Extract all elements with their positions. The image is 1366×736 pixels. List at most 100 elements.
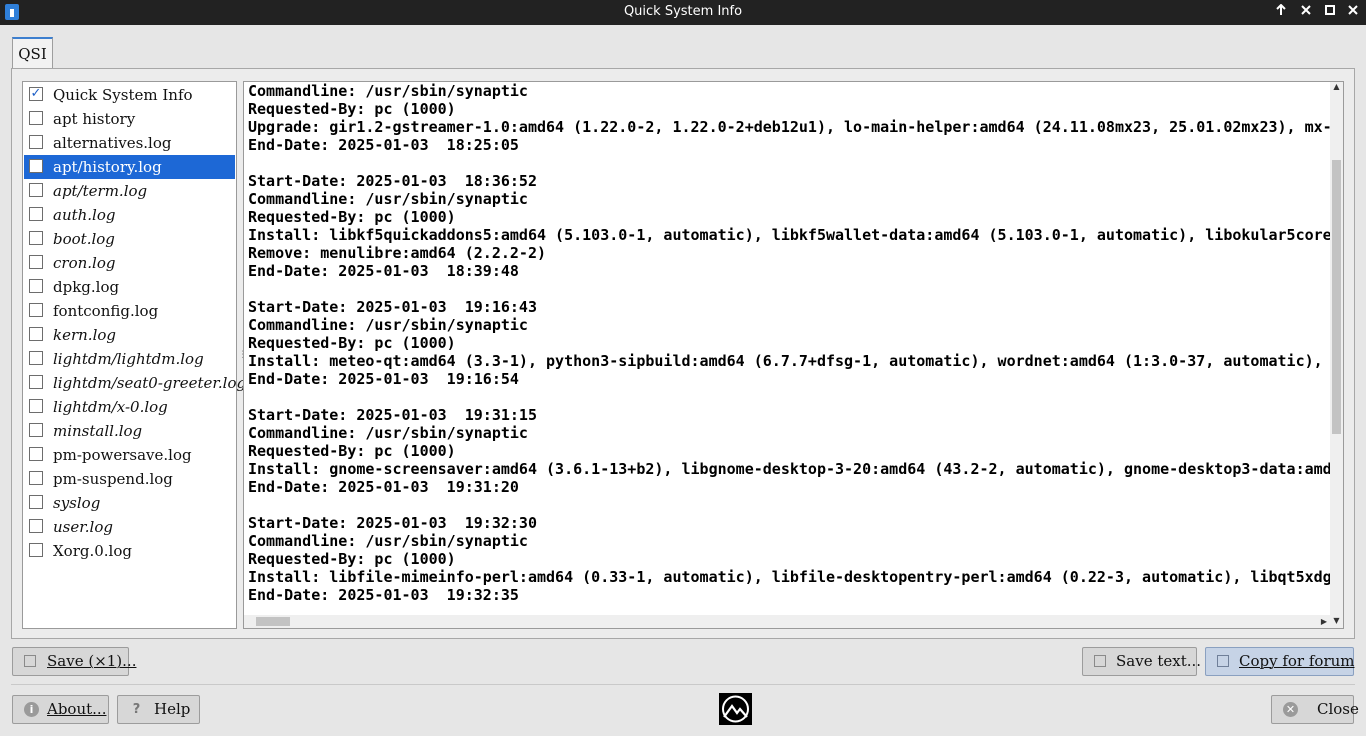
checkbox-icon[interactable] — [29, 543, 43, 557]
close-button[interactable]: ✕ Close — [1271, 695, 1359, 724]
minimize-button[interactable] — [1296, 3, 1316, 21]
log-line: Requested-By: pc (1000) — [248, 334, 456, 352]
list-item[interactable]: fontconfig.log — [24, 299, 235, 323]
keep-above-button[interactable] — [1271, 3, 1291, 21]
log-text-view[interactable]: Commandline: /usr/sbin/synaptic Requested… — [243, 81, 1344, 629]
checkbox-icon[interactable] — [29, 519, 43, 533]
list-item-label: apt/history.log — [53, 158, 162, 176]
info-icon: i — [24, 702, 39, 717]
maximize-button[interactable] — [1320, 3, 1340, 21]
checkbox-icon[interactable] — [29, 183, 43, 197]
copy-for-forum-button[interactable]: Copy for forum — [1205, 647, 1355, 676]
log-line: Requested-By: pc (1000) — [248, 208, 456, 226]
checkbox-icon[interactable] — [29, 375, 43, 389]
log-line: End-Date: 2025-01-03 19:32:35 — [248, 586, 519, 604]
window-title: Quick System Info — [623, 4, 743, 19]
list-item-label: Quick System Info — [53, 86, 193, 104]
vertical-scrollbar[interactable]: ▲ ▼ — [1330, 82, 1343, 628]
vertical-scroll-thumb[interactable] — [1332, 160, 1341, 434]
save-text-button-label: Save text... — [1116, 652, 1202, 670]
tab-bar: QSI — [11, 37, 1355, 69]
scroll-down-arrow-icon[interactable]: ▼ — [1330, 616, 1343, 628]
list-item[interactable]: auth.log — [24, 203, 235, 227]
horizontal-scrollbar[interactable]: ▶ — [244, 615, 1330, 628]
list-item-label: lightdm/x-0.log — [53, 398, 168, 416]
list-item[interactable]: cron.log — [24, 251, 235, 275]
list-item[interactable]: dpkg.log — [24, 275, 235, 299]
list-item[interactable]: lightdm/lightdm.log — [24, 347, 235, 371]
footer-separator — [11, 684, 1355, 685]
list-item[interactable]: ✓ Quick System Info — [24, 83, 235, 107]
splitter-handle[interactable]: ⋮ — [238, 350, 247, 360]
scroll-right-arrow-icon[interactable]: ▶ — [1318, 615, 1330, 628]
help-button[interactable]: ? Help — [117, 695, 200, 724]
checkbox-icon[interactable] — [29, 351, 43, 365]
list-item[interactable]: pm-powersave.log — [24, 443, 235, 467]
list-item-label: alternatives.log — [53, 134, 172, 152]
list-item-label: apt history — [53, 110, 136, 128]
list-item[interactable]: boot.log — [24, 227, 235, 251]
maximize-icon — [1325, 5, 1335, 15]
log-list[interactable]: ✓ Quick System Info apt history alternative… — [22, 81, 246, 629]
checkbox-icon[interactable] — [29, 279, 43, 293]
list-item[interactable]: pm-suspend.log — [24, 467, 235, 491]
list-item-label: minstall.log — [53, 422, 143, 440]
list-item[interactable]: syslog — [24, 491, 235, 515]
checkbox-icon[interactable] — [29, 111, 43, 125]
checkbox-icon[interactable] — [29, 447, 43, 461]
checkbox-icon[interactable] — [29, 471, 43, 485]
help-button-label: Help — [154, 700, 191, 718]
list-item[interactable]: minstall.log — [24, 419, 235, 443]
log-text-content[interactable]: Commandline: /usr/sbin/synaptic Requested… — [248, 82, 1330, 614]
checkbox-icon[interactable] — [29, 423, 43, 437]
about-button[interactable]: i About... — [12, 695, 109, 724]
copy-for-forum-label: Copy for forum — [1239, 652, 1355, 670]
log-line: Commandline: /usr/sbin/synaptic — [248, 190, 528, 208]
scroll-up-arrow-icon[interactable]: ▲ — [1330, 82, 1343, 94]
list-item[interactable]: apt/history.log — [24, 155, 235, 179]
list-item-label: fontconfig.log — [53, 302, 159, 320]
log-line: Start-Date: 2025-01-03 19:32:30 — [248, 514, 537, 532]
close-window-button[interactable] — [1343, 3, 1363, 21]
log-line: End-Date: 2025-01-03 19:31:20 — [248, 478, 519, 496]
list-item-label: user.log — [53, 518, 113, 536]
floppy-icon — [24, 655, 36, 667]
checkbox-icon[interactable] — [29, 159, 43, 173]
title-bar: Quick System Info — [0, 0, 1366, 25]
list-item[interactable]: Xorg.0.log — [24, 539, 235, 563]
log-line: Start-Date: 2025-01-03 19:16:43 — [248, 298, 537, 316]
save-button[interactable]: Save (×1)... — [12, 647, 136, 676]
horizontal-scroll-thumb[interactable] — [256, 617, 290, 626]
minimize-icon — [1301, 5, 1311, 15]
list-item-label: boot.log — [53, 230, 115, 248]
save-text-button[interactable]: Save text... — [1082, 647, 1201, 676]
checkbox-icon[interactable] — [29, 135, 43, 149]
checkbox-icon[interactable] — [29, 231, 43, 245]
tab-qsi[interactable]: QSI — [12, 37, 53, 68]
list-item[interactable]: alternatives.log — [24, 131, 235, 155]
list-item[interactable]: kern.log — [24, 323, 235, 347]
list-item[interactable]: lightdm/seat0-greeter.log — [24, 371, 246, 395]
list-item[interactable]: apt/term.log — [24, 179, 235, 203]
copy-icon — [1217, 655, 1229, 667]
checkbox-icon[interactable] — [29, 255, 43, 269]
checkbox-icon[interactable] — [29, 399, 43, 413]
checkbox-icon[interactable] — [29, 495, 43, 509]
list-item[interactable]: user.log — [24, 515, 235, 539]
log-line: Install: gnome-screensaver:amd64 (3.6.1-… — [248, 460, 1330, 478]
arrow-up-icon — [1276, 3, 1286, 15]
checkbox-icon[interactable] — [29, 327, 43, 341]
checkbox-icon[interactable] — [29, 207, 43, 221]
list-item[interactable]: lightdm/x-0.log — [24, 395, 235, 419]
log-line: Install: meteo-qt:amd64 (3.3-1), python3… — [248, 352, 1330, 370]
log-line: Upgrade: gir1.2-gstreamer-1.0:amd64 (1.2… — [248, 118, 1330, 136]
checkbox-icon[interactable] — [29, 303, 43, 317]
list-item-label: dpkg.log — [53, 278, 120, 296]
scroll-left-arrow-icon[interactable] — [244, 615, 256, 628]
log-line: Start-Date: 2025-01-03 18:36:52 — [248, 172, 537, 190]
checkbox-checked-icon[interactable]: ✓ — [29, 87, 43, 101]
list-item[interactable]: apt history — [24, 107, 235, 131]
floppy-icon — [1094, 655, 1106, 667]
